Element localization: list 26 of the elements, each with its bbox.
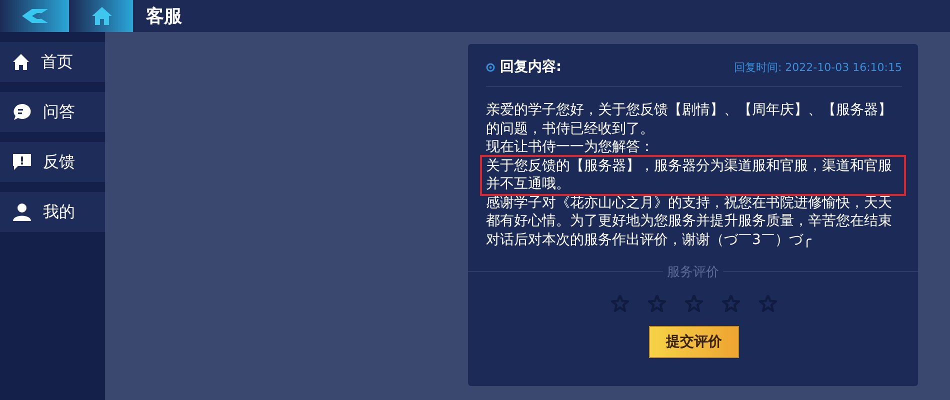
reply-title: 回复内容:: [500, 58, 562, 76]
rating-label: 服务评价: [663, 263, 723, 281]
message-paragraph: 关于您反馈的【服务器】，服务器分为渠道服和官服，渠道和官服并不互通哦。: [482, 156, 904, 194]
chat-icon: [12, 103, 32, 121]
sidebar-item[interactable]: 首页: [0, 42, 105, 82]
star-icon[interactable]: [759, 295, 777, 312]
star-icon[interactable]: [611, 295, 629, 312]
alert-icon: [12, 153, 32, 171]
sidebar-item[interactable]: 我的: [0, 192, 105, 232]
submit-rating-button[interactable]: 提交评价: [649, 326, 739, 358]
user-icon: [12, 203, 32, 221]
star-icon[interactable]: [722, 295, 740, 312]
sidebar-item[interactable]: 反馈: [0, 142, 105, 182]
star-icon[interactable]: [648, 295, 666, 312]
home-button[interactable]: [70, 0, 133, 32]
reply-time: 回复时间: 2022-10-03 16:10:15: [734, 60, 902, 74]
star-icon[interactable]: [685, 295, 703, 312]
sidebar-item[interactable]: 问答: [0, 92, 105, 132]
message-paragraph: 感谢学子对《花亦山心之月》的支持，祝您在书院进修愉快，天天都有好心情。为了更好地为您服务并提升服务质量，辛苦您在结束对话后对本次的服务作出评价，谢谢（づ￣3￣）づ╭: [486, 194, 893, 249]
page-title: 客服: [146, 5, 182, 28]
back-icon: [20, 8, 50, 24]
home-icon: [12, 53, 30, 71]
message-paragraph: 亲爱的学子您好，关于您反馈【剧情】、【周年庆】、【服务器】的问题，书侍已经收到了。: [486, 101, 893, 138]
home-icon: [90, 6, 112, 26]
message-paragraph: 现在让书侍一一为您解答：: [486, 138, 655, 156]
back-button[interactable]: [0, 0, 69, 32]
